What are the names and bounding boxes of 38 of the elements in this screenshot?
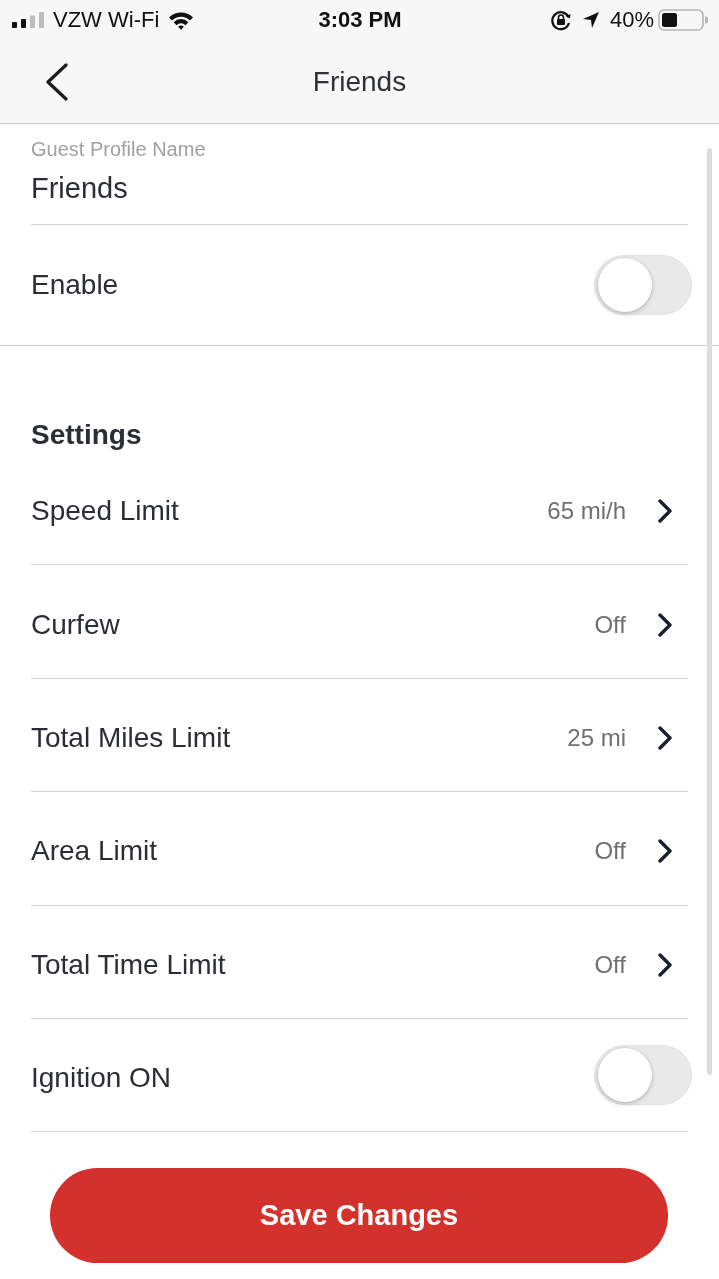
section-heading: Settings	[31, 418, 142, 452]
carrier-name: VZW Wi-Fi	[53, 7, 160, 33]
chevron-right-icon	[657, 952, 673, 977]
battery-percent: 40%	[609, 7, 654, 33]
field-label: Guest Profile Name	[31, 137, 206, 161]
setting-row[interactable]: Total Time Limit Off	[31, 905, 688, 1019]
battery-icon	[658, 9, 708, 31]
wifi-icon	[168, 10, 195, 30]
setting-row[interactable]: Curfew Off	[31, 565, 688, 679]
chevron-right-icon	[657, 612, 673, 637]
setting-label: Total Time Limit	[31, 948, 226, 981]
screen-title: Friends	[312, 65, 407, 98]
setting-value: Off	[594, 950, 626, 979]
chevron-right-icon	[657, 839, 673, 864]
save-changes-button[interactable]: Save Changes	[50, 1168, 668, 1264]
location-arrow-icon	[581, 11, 600, 29]
setting-value: 65 mi/h	[547, 497, 626, 526]
setting-label: Total Miles Limit	[31, 721, 231, 754]
setting-label: Ignition ON	[31, 1062, 172, 1095]
status-time: 3:03 PM	[318, 7, 402, 33]
field-value: Friends	[31, 171, 128, 206]
setting-value: 25 mi	[567, 723, 626, 752]
orientation-lock-icon	[549, 9, 572, 31]
setting-row[interactable]: Speed Limit 65 mi/h	[31, 452, 688, 566]
back-icon[interactable]	[45, 62, 69, 101]
chevron-right-icon	[657, 499, 673, 524]
setting-value: Off	[594, 837, 626, 866]
setting-row[interactable]: Area Limit Off	[31, 792, 688, 906]
setting-label: Curfew	[31, 608, 120, 641]
profile-name-field[interactable]: Guest Profile Name Friends	[31, 124, 688, 225]
chevron-right-icon	[657, 725, 673, 750]
setting-label: Area Limit	[31, 835, 158, 868]
setting-row[interactable]: Ignition ON	[31, 1018, 688, 1133]
setting-label: Speed Limit	[31, 495, 179, 528]
setting-row[interactable]: Total Miles Limit 25 mi	[31, 678, 688, 793]
signal-bars-icon	[12, 12, 44, 28]
setting-value: Off	[594, 610, 626, 639]
enable-label: Enable	[31, 269, 119, 301]
